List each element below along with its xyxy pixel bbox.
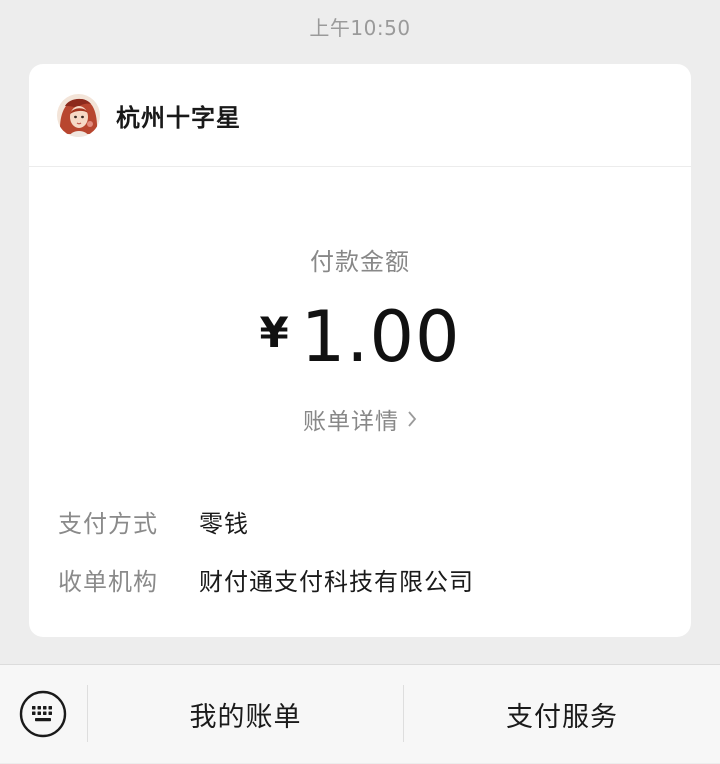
- payment-method-label: 支付方式: [58, 510, 158, 538]
- currency-symbol: ¥: [259, 308, 289, 357]
- amount-value: 1.00: [300, 296, 461, 378]
- payment-method-row: 支付方式 零钱: [58, 504, 249, 539]
- acquirer-label: 收单机构: [58, 568, 158, 596]
- payment-card[interactable]: 杭州十字星 付款金额 ¥1.00 账单详情 支付方式 零钱 收单机构 财付通支付…: [29, 64, 691, 637]
- payment-amount: ¥1.00: [29, 296, 691, 378]
- amount-label: 付款金额: [310, 248, 410, 276]
- bill-detail-link[interactable]: 账单详情: [29, 402, 691, 436]
- bottom-menu-bar: 我的账单 支付服务: [0, 664, 720, 763]
- payment-method-value: 零钱: [199, 510, 249, 538]
- acquirer-row: 收单机构 财付通支付科技有限公司: [58, 562, 474, 597]
- my-bills-button[interactable]: 我的账单: [88, 665, 403, 764]
- card-header[interactable]: 杭州十字星: [29, 64, 691, 167]
- bill-detail-label: 账单详情: [303, 409, 399, 435]
- chevron-right-icon: [407, 408, 417, 434]
- acquirer-value: 财付通支付科技有限公司: [199, 568, 474, 596]
- keyboard-icon[interactable]: [19, 690, 67, 738]
- merchant-name[interactable]: 杭州十字星: [116, 98, 241, 133]
- pay-services-button[interactable]: 支付服务: [404, 665, 720, 764]
- message-timestamp: 上午10:50: [309, 16, 411, 40]
- profile-avatar-icon[interactable]: [57, 93, 100, 137]
